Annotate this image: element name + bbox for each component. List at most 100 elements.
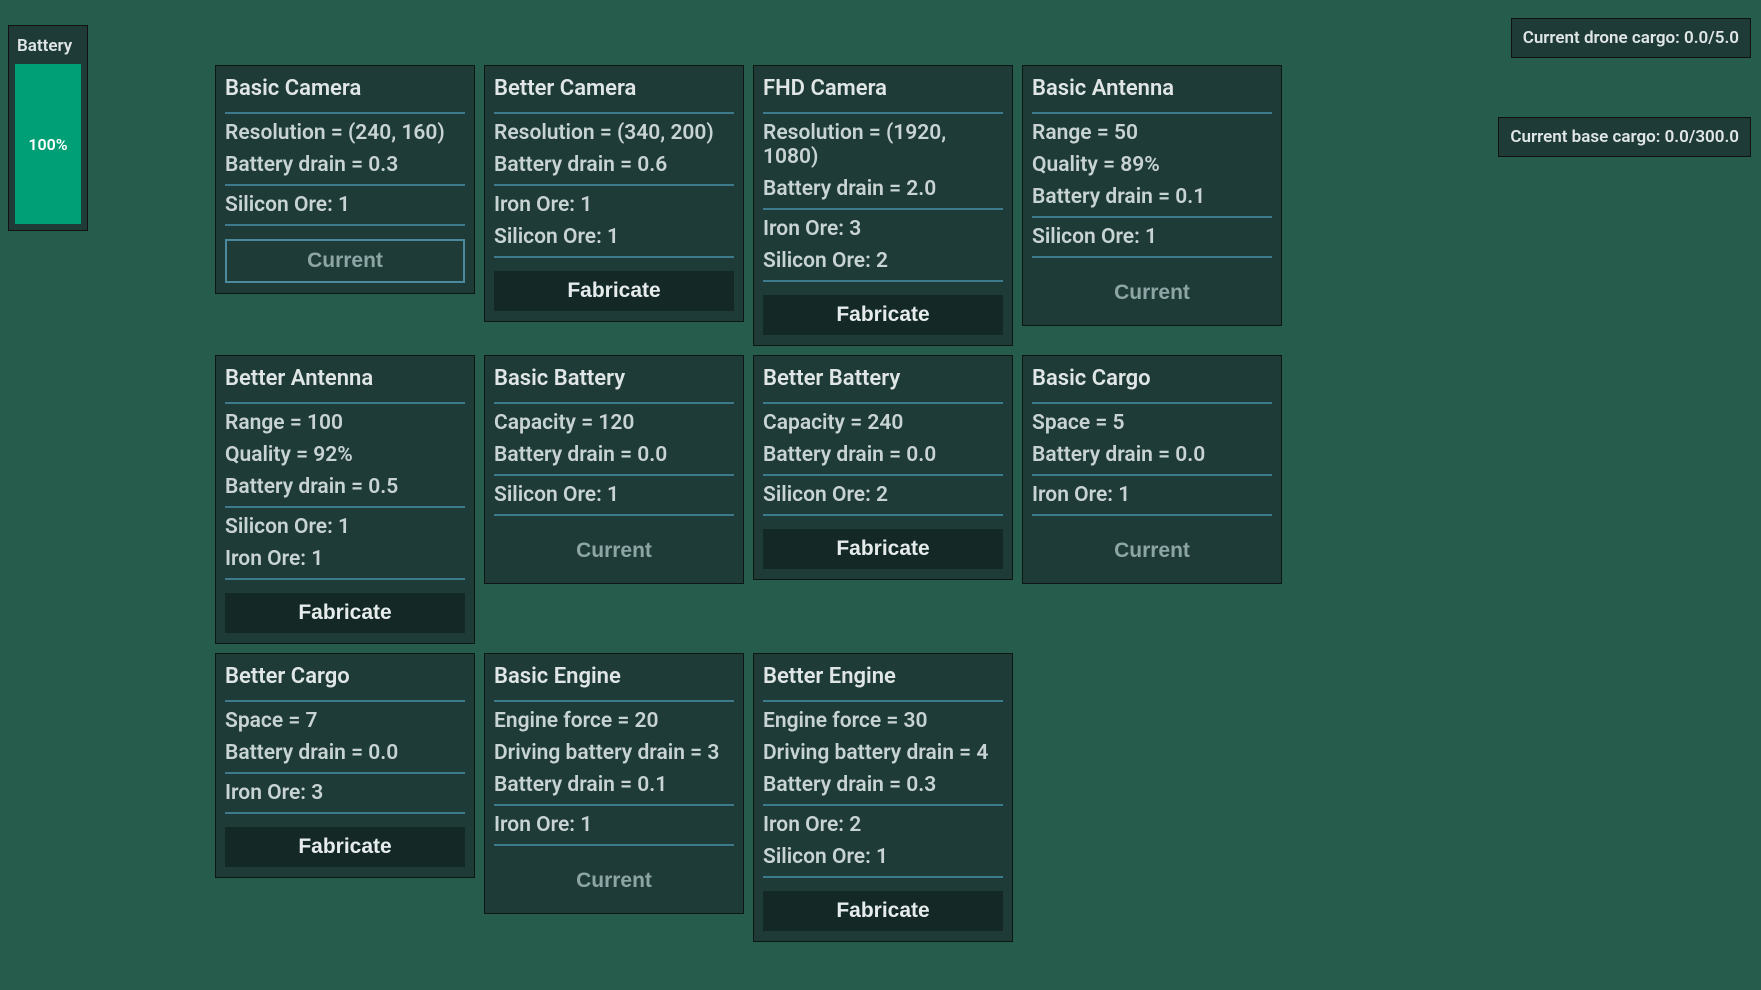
cost-line: Iron Ore: 3 (763, 215, 1003, 243)
fabrication-card: Better Engine Engine force = 30 Driving ba… (753, 653, 1013, 942)
divider (494, 844, 734, 846)
card-title: FHD Camera (763, 73, 1003, 107)
cost-line: Iron Ore: 1 (1032, 481, 1272, 509)
stat-line: Range = 50 (1032, 119, 1272, 147)
card-title: Basic Battery (494, 363, 734, 397)
stat-line: Engine force = 30 (763, 707, 1003, 735)
divider (763, 514, 1003, 516)
current-button[interactable]: Current (494, 859, 734, 903)
stat-line: Battery drain = 0.1 (1032, 183, 1272, 211)
stat-line: Battery drain = 0.0 (225, 739, 465, 767)
fabricate-button[interactable]: Fabricate (763, 295, 1003, 335)
fabricate-button[interactable]: Fabricate (494, 271, 734, 311)
card-title: Better Battery (763, 363, 1003, 397)
fabrication-card: Better Battery Capacity = 240 Battery drai… (753, 355, 1013, 580)
card-title: Better Antenna (225, 363, 465, 397)
fabrication-card: Basic EngineEngine force = 20Driving bat… (484, 653, 744, 914)
battery-label: Battery (13, 30, 83, 64)
divider (494, 514, 734, 516)
divider (763, 804, 1003, 806)
fabricate-button[interactable]: Fabricate (763, 529, 1003, 569)
stat-line: Battery drain = 0.3 (763, 771, 1003, 799)
cost-line: Silicon Ore: 1 (225, 513, 465, 541)
card-title: Basic Camera (225, 73, 465, 107)
current-button[interactable]: Current (1032, 529, 1272, 573)
divider (225, 184, 465, 186)
stat-line: Capacity = 240 (763, 409, 1003, 437)
current-button[interactable]: Current (1032, 271, 1272, 315)
card-title: Basic Cargo (1032, 363, 1272, 397)
fabricate-button[interactable]: Fabricate (225, 593, 465, 633)
fabrication-card: Better Antenna Range = 100 Quality = 92% Ba… (215, 355, 475, 644)
cost-line: Iron Ore: 1 (494, 811, 734, 839)
divider (763, 474, 1003, 476)
divider (494, 184, 734, 186)
stat-line: Resolution = (340, 200) (494, 119, 734, 147)
battery-widget: Battery 100% (8, 25, 88, 231)
divider (225, 224, 465, 226)
divider (494, 402, 734, 404)
fabrication-card: FHD CameraResolution = (1920, 1080)Batte… (753, 65, 1013, 346)
divider (763, 280, 1003, 282)
stat-line: Range = 100 (225, 409, 465, 437)
fabrication-card: Better Camera Resolution = (340, 200) Batt… (484, 65, 744, 322)
current-button[interactable]: Current (494, 529, 734, 573)
stat-line: Quality = 92% (225, 441, 465, 469)
stat-line: Battery drain = 0.0 (1032, 441, 1272, 469)
current-button[interactable]: Current (225, 239, 465, 283)
stat-line: Battery drain = 0.0 (494, 441, 734, 469)
card-title: Better Cargo (225, 661, 465, 695)
divider (494, 700, 734, 702)
cost-line: Silicon Ore: 1 (494, 223, 734, 251)
stat-line: Space = 5 (1032, 409, 1272, 437)
divider (494, 112, 734, 114)
divider (1032, 474, 1272, 476)
card-title: Basic Antenna (1032, 73, 1272, 107)
divider (763, 700, 1003, 702)
cost-line: Silicon Ore: 2 (763, 481, 1003, 509)
cost-line: Iron Ore: 2 (763, 811, 1003, 839)
divider (1032, 112, 1272, 114)
fabrication-card: Basic AntennaRange = 50Quality = 89%Batt… (1022, 65, 1282, 326)
divider (1032, 216, 1272, 218)
battery-percent: 100% (28, 135, 67, 154)
stat-line: Battery drain = 0.0 (763, 441, 1003, 469)
divider (225, 700, 465, 702)
card-title: Better Engine (763, 661, 1003, 695)
cost-line: Iron Ore: 1 (494, 191, 734, 219)
stat-line: Battery drain = 0.3 (225, 151, 465, 179)
stat-line: Resolution = (240, 160) (225, 119, 465, 147)
fabrication-card: Better CargoSpace = 7Battery drain = 0.0… (215, 653, 475, 878)
divider (225, 112, 465, 114)
stat-line: Battery drain = 0.5 (225, 473, 465, 501)
stat-line: Resolution = (1920, 1080) (763, 119, 1003, 171)
cost-line: Silicon Ore: 1 (763, 843, 1003, 871)
divider (225, 506, 465, 508)
divider (763, 402, 1003, 404)
fabricate-button[interactable]: Fabricate (763, 891, 1003, 931)
stat-line: Driving battery drain = 4 (763, 739, 1003, 767)
fabrication-grid: Basic Camera Resolution = (240, 160) Batte… (215, 65, 1305, 942)
stat-line: Capacity = 120 (494, 409, 734, 437)
divider (1032, 514, 1272, 516)
divider (1032, 402, 1272, 404)
divider (1032, 256, 1272, 258)
divider (494, 804, 734, 806)
fabrication-card: Basic Camera Resolution = (240, 160) Batte… (215, 65, 475, 294)
card-title: Better Camera (494, 73, 734, 107)
divider (494, 474, 734, 476)
cost-line: Silicon Ore: 1 (225, 191, 465, 219)
stat-line: Driving battery drain = 3 (494, 739, 734, 767)
cost-line: Silicon Ore: 1 (1032, 223, 1272, 251)
divider (225, 402, 465, 404)
stat-line: Battery drain = 0.6 (494, 151, 734, 179)
cost-line: Iron Ore: 3 (225, 779, 465, 807)
card-title: Basic Engine (494, 661, 734, 695)
stat-line: Battery drain = 0.1 (494, 771, 734, 799)
divider (763, 208, 1003, 210)
fabricate-button[interactable]: Fabricate (225, 827, 465, 867)
cost-line: Iron Ore: 1 (225, 545, 465, 573)
cost-line: Silicon Ore: 2 (763, 247, 1003, 275)
divider (225, 772, 465, 774)
battery-bar: 100% (15, 64, 81, 224)
